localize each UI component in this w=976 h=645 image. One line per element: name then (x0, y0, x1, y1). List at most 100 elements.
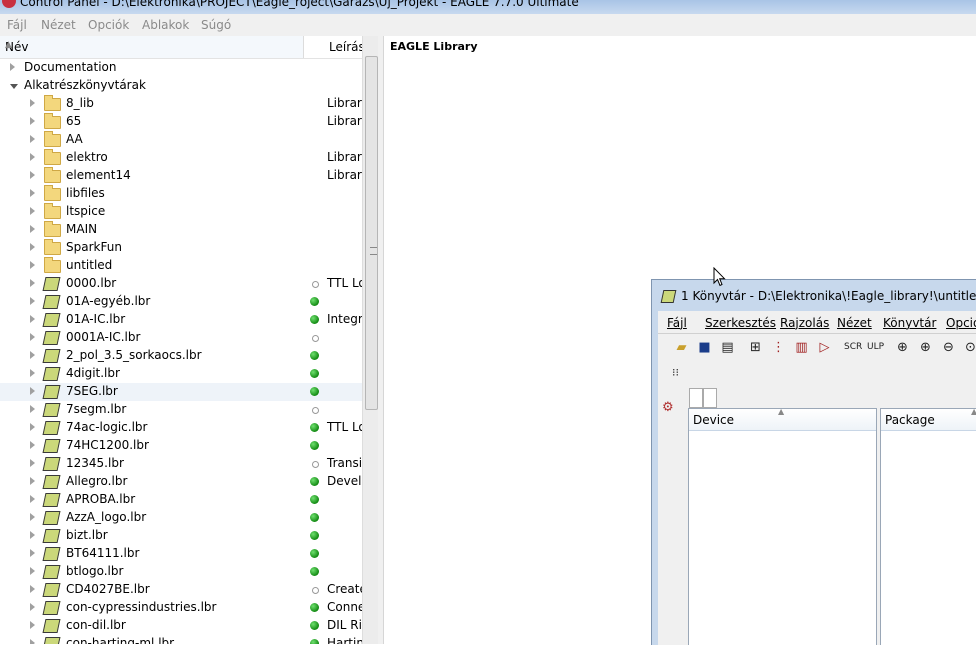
package-column-header[interactable]: Package ▲ (881, 407, 976, 431)
tree-row[interactable]: 2_pol_3.5_sorkaocs.lbr (0, 347, 362, 365)
library-in-use-icon[interactable] (310, 639, 319, 644)
tree-row[interactable]: 8_lib Librarie (0, 95, 373, 113)
tree-row[interactable]: 0001A-IC.lbr (0, 329, 362, 347)
library-in-use-icon[interactable] (310, 495, 319, 504)
tree-row[interactable]: con-dil.lbr DIL Rib (0, 617, 370, 635)
pad-icon[interactable]: ⋮ (771, 340, 786, 355)
expand-arrow-icon[interactable] (30, 99, 35, 107)
menu-options[interactable]: Opciók (88, 18, 129, 32)
library-in-use-icon[interactable] (310, 603, 319, 612)
expand-arrow-icon[interactable] (30, 351, 35, 359)
tree-row[interactable]: 4digit.lbr (0, 365, 362, 383)
expand-arrow-icon[interactable] (10, 63, 15, 71)
library-window-titlebar[interactable]: 1 Könyvtár - D:\Elektronika\!Eagle_libra… (652, 280, 976, 310)
library-unused-icon[interactable] (312, 335, 319, 342)
expand-arrow-icon[interactable] (30, 639, 35, 644)
panel-tab-right[interactable] (703, 388, 717, 408)
tree-row[interactable]: AA (0, 131, 362, 149)
tree-row[interactable]: con-harting-ml.lbr Hartin (0, 635, 364, 644)
expand-arrow-icon[interactable] (30, 315, 35, 323)
library-unused-icon[interactable] (312, 407, 319, 414)
tree-row[interactable]: 74ac-logic.lbr TTL Lo (0, 419, 366, 437)
expand-arrow-icon[interactable] (30, 405, 35, 413)
library-in-use-icon[interactable] (310, 549, 319, 558)
library-in-use-icon[interactable] (310, 423, 319, 432)
expand-arrow-icon[interactable] (30, 369, 35, 377)
lib-menu-library[interactable]: Könyvtár (883, 316, 936, 330)
tree-row[interactable]: 01A-IC.lbr Integra (0, 311, 370, 329)
expand-arrow-icon[interactable] (30, 243, 35, 251)
menu-view[interactable]: Nézet (41, 18, 76, 32)
expand-arrow-icon[interactable] (30, 495, 35, 503)
expand-arrow-icon[interactable] (30, 441, 35, 449)
library-in-use-icon[interactable] (310, 387, 319, 396)
device-column-header[interactable]: Device ▲ (689, 407, 876, 431)
tree-row[interactable]: Documentation (0, 59, 362, 77)
expand-arrow-icon[interactable] (30, 117, 35, 125)
tree-scrollbar[interactable] (362, 36, 379, 644)
lib-menu-file[interactable]: Fájl (667, 316, 687, 330)
zoom-redraw-icon[interactable]: ⊙ (963, 340, 976, 355)
tree-row[interactable]: 0000.lbr TTL Lo (0, 275, 366, 293)
expand-arrow-icon[interactable] (30, 153, 35, 161)
lib-menu-draw[interactable]: Rajzolás (780, 316, 829, 330)
library-in-use-icon[interactable] (310, 369, 319, 378)
menu-windows[interactable]: Ablakok (142, 18, 189, 32)
zoom-out-icon[interactable]: ⊖ (941, 340, 956, 355)
expand-arrow-icon[interactable] (30, 477, 35, 485)
tree-row[interactable]: AzzA_logo.lbr (0, 509, 362, 527)
tree-row[interactable]: 7SEG.lbr (0, 383, 362, 401)
library-in-use-icon[interactable] (310, 621, 319, 630)
tree-row[interactable]: 74HC1200.lbr (0, 437, 362, 455)
tree-row[interactable]: BT64111.lbr (0, 545, 362, 563)
tree-row[interactable]: con-cypressindustries.lbr Conne (0, 599, 365, 617)
library-in-use-icon[interactable] (310, 351, 319, 360)
symbol-icon[interactable]: ▷ (817, 340, 832, 355)
library-in-use-icon[interactable] (310, 441, 319, 450)
expand-arrow-icon[interactable] (30, 531, 35, 539)
library-in-use-icon[interactable] (310, 513, 319, 522)
tree-row[interactable]: 65 Librarie (0, 113, 373, 131)
expand-arrow-icon[interactable] (30, 513, 35, 521)
zoom-fit-icon[interactable]: ⊕ (895, 340, 910, 355)
library-editor-window[interactable]: 1 Könyvtár - D:\Elektronika\!Eagle_libra… (651, 279, 976, 645)
script-icon[interactable]: SCR (844, 340, 862, 355)
tree-row[interactable]: bizt.lbr (0, 527, 362, 545)
expand-arrow-icon[interactable] (30, 135, 35, 143)
grid-icon[interactable]: ⁝⁝ (668, 365, 683, 380)
save-icon[interactable]: ■ (697, 340, 712, 355)
tree-row[interactable]: 7segm.lbr (0, 401, 362, 419)
tree-row[interactable]: btlogo.lbr (0, 563, 362, 581)
library-in-use-icon[interactable] (310, 315, 319, 324)
library-unused-icon[interactable] (312, 461, 319, 468)
tree-row[interactable]: 01A-egyéb.lbr (0, 293, 362, 311)
expand-arrow-icon[interactable] (30, 387, 35, 395)
library-in-use-icon[interactable] (310, 531, 319, 540)
lib-menu-options[interactable]: Opciók (946, 316, 976, 330)
expand-arrow-icon[interactable] (30, 279, 35, 287)
tree-row[interactable]: Allegro.lbr Develo (0, 473, 369, 491)
package-icon[interactable]: ▥ (794, 340, 809, 355)
expand-arrow-icon[interactable] (30, 603, 35, 611)
collapse-arrow-icon[interactable] (10, 84, 18, 89)
panel-tab-left[interactable] (689, 388, 703, 408)
expand-arrow-icon[interactable] (30, 261, 35, 269)
open-icon[interactable]: ▰ (674, 340, 689, 355)
print-icon[interactable]: ▤ (720, 340, 735, 355)
column-header-name[interactable]: Név ▲ (0, 36, 304, 58)
library-in-use-icon[interactable] (310, 477, 319, 486)
tree-row[interactable]: SparkFun (0, 239, 362, 257)
tree-row[interactable]: Alkatrészkönyvtárak (0, 77, 362, 95)
expand-arrow-icon[interactable] (30, 225, 35, 233)
tree-row[interactable]: MAIN (0, 221, 362, 239)
expand-arrow-icon[interactable] (30, 297, 35, 305)
tree-row[interactable]: libfiles (0, 185, 362, 203)
ulp-icon[interactable]: ULP (867, 340, 884, 355)
tree-row[interactable]: 12345.lbr Transis (0, 455, 368, 473)
scrollbar-thumb[interactable] (365, 56, 378, 410)
library-unused-icon[interactable] (312, 587, 319, 594)
lib-menu-view[interactable]: Nézet (837, 316, 872, 330)
expand-arrow-icon[interactable] (30, 423, 35, 431)
menu-help[interactable]: Súgó (201, 18, 231, 32)
inspect-tool-icon[interactable]: ⚙ (662, 400, 674, 415)
